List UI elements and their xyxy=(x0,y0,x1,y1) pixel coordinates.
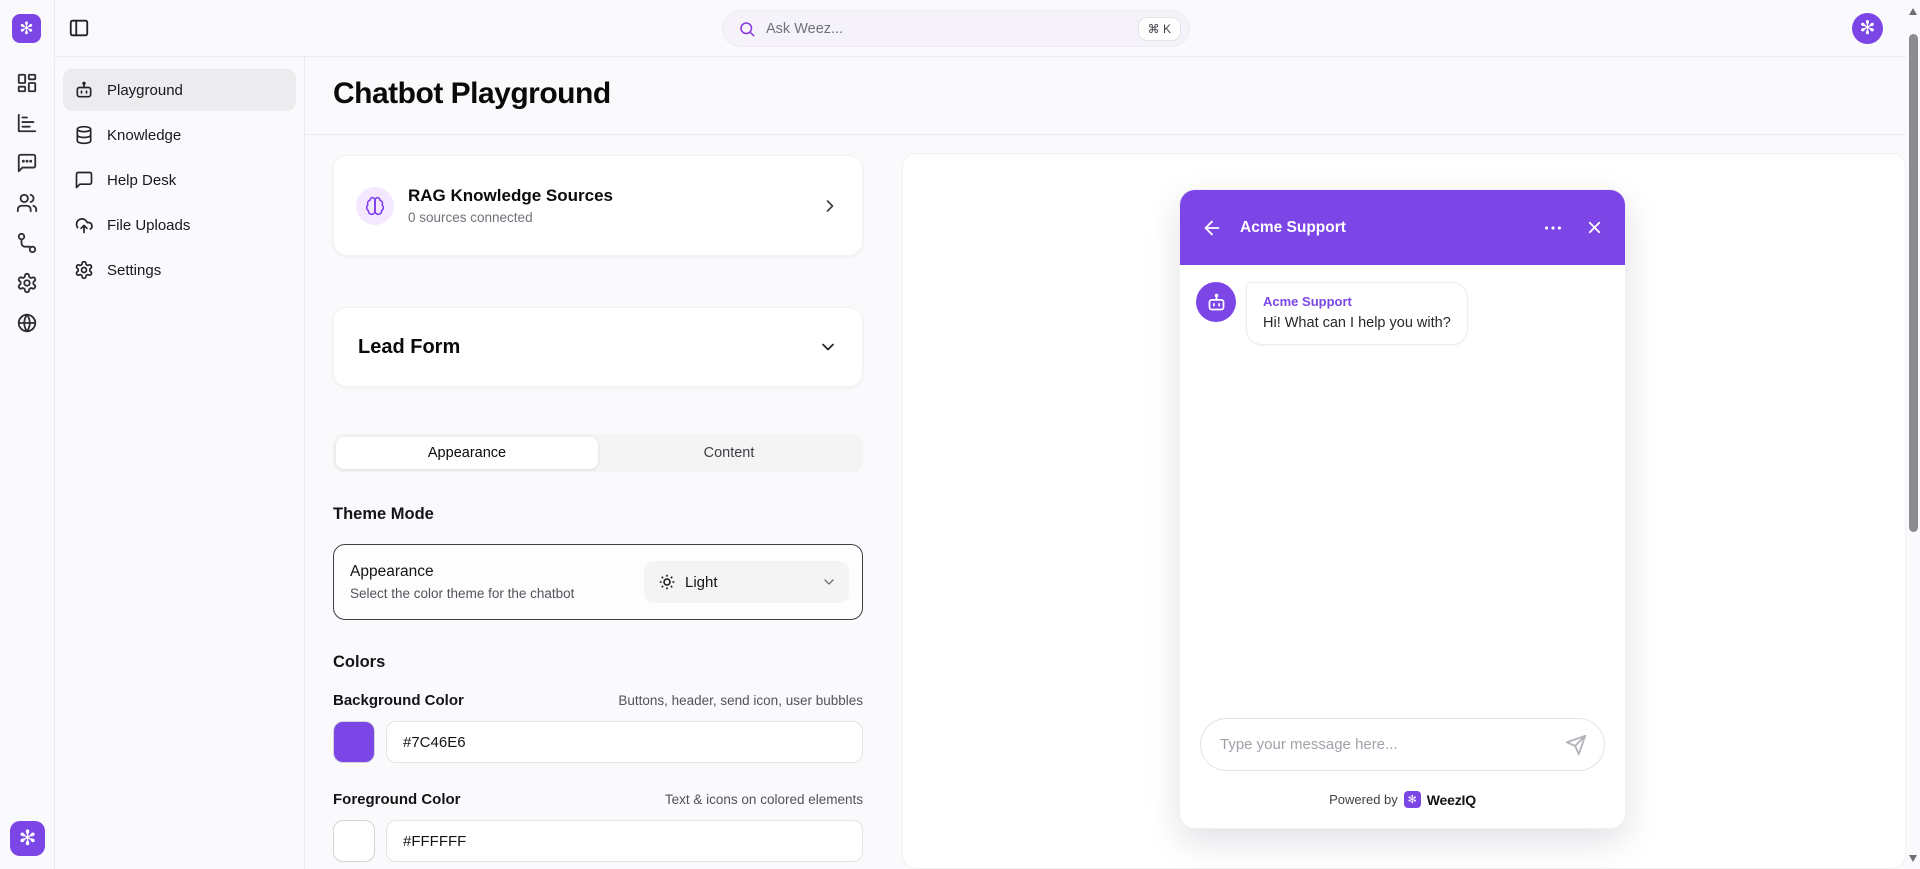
weeziq-logo-icon: ✻ xyxy=(1403,791,1421,808)
sidebar-item-help-desk[interactable]: Help Desk xyxy=(63,159,296,201)
rag-card-title: RAG Knowledge Sources xyxy=(408,186,613,205)
page-header: Chatbot Playground xyxy=(305,57,1920,135)
sidebar-item-playground[interactable]: Playground xyxy=(63,69,296,111)
sidebar-item-label: File Uploads xyxy=(107,216,191,234)
powered-by-footer: Powered by ✻ WeezIQ xyxy=(1180,771,1625,828)
bot-icon xyxy=(74,80,94,100)
background-color-description: Buttons, header, send icon, user bubbles xyxy=(618,693,863,708)
chatbot-preview-panel: Acme Support Acme Support Hi! What can I… xyxy=(902,153,1906,869)
chat-messages-area: Acme Support Hi! What can I help you wit… xyxy=(1180,265,1625,718)
scrollbar-thumb[interactable] xyxy=(1909,34,1918,532)
user-avatar[interactable]: ✻ xyxy=(1852,13,1883,44)
icon-rail: ✻ ✻ xyxy=(0,0,55,869)
theme-card-description: Select the color theme for the chatbot xyxy=(350,586,575,601)
sidebar-item-label: Playground xyxy=(107,81,183,99)
settings-gear-icon[interactable] xyxy=(16,272,38,294)
globe-icon[interactable] xyxy=(16,312,38,334)
flower-avatar-icon: ✻ xyxy=(1859,18,1876,39)
bot-avatar-icon xyxy=(1196,282,1236,322)
tab-content[interactable]: Content xyxy=(598,437,860,469)
dashboard-icon[interactable] xyxy=(16,72,38,94)
search-input[interactable] xyxy=(766,20,1138,37)
sidebar-nav: Playground Knowledge Help Desk File Uplo… xyxy=(55,57,305,869)
message-square-icon xyxy=(74,170,94,190)
sidebar-item-settings[interactable]: Settings xyxy=(63,249,296,291)
chat-widget: Acme Support Acme Support Hi! What can I… xyxy=(1179,189,1626,829)
rag-knowledge-sources-card[interactable]: RAG Knowledge Sources 0 sources connecte… xyxy=(333,155,863,256)
sidebar-item-knowledge[interactable]: Knowledge xyxy=(63,114,296,156)
more-options-icon[interactable] xyxy=(1542,217,1564,239)
chat-message-input[interactable] xyxy=(1220,736,1565,753)
appearance-content-tabs: Appearance Content xyxy=(333,434,863,472)
theme-appearance-card: Appearance Select the color theme for th… xyxy=(333,544,863,620)
app-logo[interactable]: ✻ xyxy=(12,14,41,43)
tab-appearance[interactable]: Appearance xyxy=(336,437,598,469)
cloud-upload-icon xyxy=(74,215,94,235)
theme-select-value: Light xyxy=(685,573,718,591)
scroll-up-arrow-icon[interactable] xyxy=(1909,8,1917,15)
theme-select[interactable]: Light xyxy=(644,561,849,603)
bot-message-text: Hi! What can I help you with? xyxy=(1263,315,1451,331)
sidebar-toggle-icon[interactable] xyxy=(68,17,90,39)
back-arrow-icon[interactable] xyxy=(1201,217,1223,239)
users-icon[interactable] xyxy=(16,192,38,214)
flower-logo-icon: ✻ xyxy=(18,827,37,850)
brain-icon xyxy=(356,186,394,225)
lead-form-card[interactable]: Lead Form xyxy=(333,307,863,387)
sidebar-item-label: Help Desk xyxy=(107,171,177,189)
chat-widget-header: Acme Support xyxy=(1180,190,1625,265)
sidebar-item-file-uploads[interactable]: File Uploads xyxy=(63,204,296,246)
database-icon xyxy=(74,125,94,145)
lead-form-title: Lead Form xyxy=(358,335,461,358)
background-color-label: Background Color xyxy=(333,692,464,709)
bot-message-row: Acme Support Hi! What can I help you wit… xyxy=(1196,282,1609,345)
foreground-color-input[interactable] xyxy=(386,820,863,862)
sidebar-item-label: Settings xyxy=(107,261,162,279)
colors-heading: Colors xyxy=(333,653,386,671)
page-scrollbar[interactable] xyxy=(1906,0,1920,869)
background-color-swatch[interactable] xyxy=(333,721,375,763)
top-bar: ⌘ K ✻ xyxy=(55,0,1920,57)
bot-message-sender: Acme Support xyxy=(1263,294,1352,309)
chevron-down-icon xyxy=(821,574,837,590)
background-color-input[interactable] xyxy=(386,721,863,763)
global-search[interactable]: ⌘ K xyxy=(722,10,1190,47)
foreground-color-label: Foreground Color xyxy=(333,791,461,808)
sidebar-item-label: Knowledge xyxy=(107,126,182,144)
powered-by-text: Powered by xyxy=(1329,792,1398,807)
workflow-route-icon[interactable] xyxy=(16,232,38,254)
config-column: RAG Knowledge Sources 0 sources connecte… xyxy=(333,155,863,862)
chat-widget-title: Acme Support xyxy=(1240,218,1346,236)
chat-input-pill xyxy=(1200,718,1605,771)
workspace-logo[interactable]: ✻ xyxy=(10,821,45,856)
brand-name: WeezIQ xyxy=(1426,791,1476,808)
conversations-icon[interactable] xyxy=(16,152,38,174)
rag-card-subtitle: 0 sources connected xyxy=(408,210,533,225)
sun-icon xyxy=(658,573,676,591)
chevron-down-icon xyxy=(818,337,838,357)
theme-mode-heading: Theme Mode xyxy=(333,505,434,523)
bot-message-bubble: Acme Support Hi! What can I help you wit… xyxy=(1246,282,1468,345)
send-icon[interactable] xyxy=(1565,734,1587,756)
search-icon xyxy=(738,20,756,38)
gear-icon xyxy=(74,260,94,280)
foreground-color-swatch[interactable] xyxy=(333,820,375,862)
page-title: Chatbot Playground xyxy=(333,77,611,110)
chevron-right-icon xyxy=(820,196,840,216)
scroll-down-arrow-icon[interactable] xyxy=(1909,855,1917,862)
theme-card-title: Appearance xyxy=(350,563,434,580)
foreground-color-description: Text & icons on colored elements xyxy=(664,792,863,807)
flower-logo-icon: ✻ xyxy=(19,19,34,38)
main-area: Chatbot Playground RAG Knowledge Sources… xyxy=(305,57,1920,869)
analytics-chart-icon[interactable] xyxy=(16,112,38,134)
close-icon[interactable] xyxy=(1585,218,1604,237)
search-shortcut-badge: ⌘ K xyxy=(1137,16,1181,41)
